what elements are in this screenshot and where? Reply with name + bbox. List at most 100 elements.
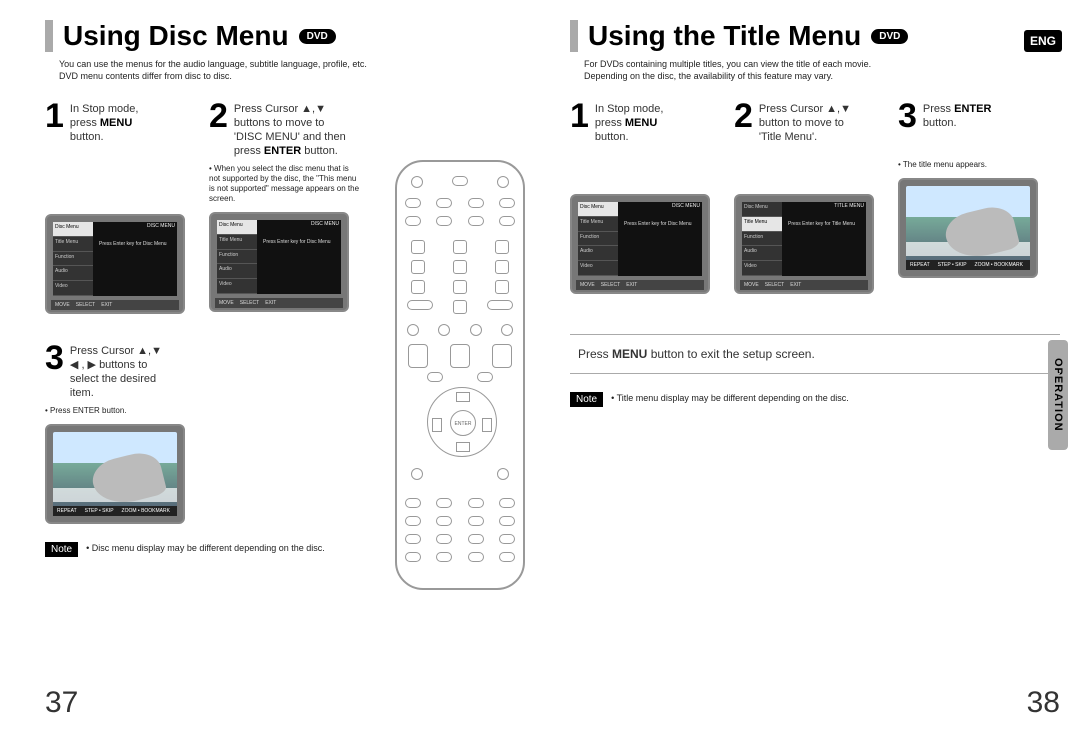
tv-screenshot-media: REPEAT STEP • SKIP ZOOM • BOOKMARK — [898, 178, 1038, 278]
remote-button — [495, 280, 509, 294]
step-line: button. — [923, 117, 957, 129]
step-3: 3 Press Cursor ▲,▼ ◀ , ▶ buttons to sele… — [45, 344, 197, 524]
step-keyword: ENTER — [954, 103, 991, 115]
step-3: 3 Press ENTER button. The title menu app… — [898, 102, 1050, 294]
step-text: Press Cursor ▲,▼ ◀ , ▶ buttons to select… — [70, 344, 162, 400]
remote-button — [477, 372, 493, 382]
step-line: press — [595, 117, 625, 129]
menu-header: DISC MENU — [311, 221, 339, 227]
remote-button — [468, 534, 484, 544]
menu-item: Audio — [219, 266, 232, 272]
intro-text: For DVDs containing multiple titles, you… — [584, 58, 1060, 82]
menu-item: Title Menu — [580, 219, 603, 225]
remote-rocker — [492, 344, 512, 368]
step-footnote: Press ENTER button. — [45, 406, 197, 416]
remote-button — [495, 240, 509, 254]
note-badge: Note — [570, 392, 603, 407]
step-line: select the desired — [70, 373, 156, 385]
arrow-left-icon — [432, 418, 442, 432]
legend-item: SELECT — [601, 280, 620, 290]
remote-rocker — [408, 344, 428, 368]
legend-item: MOVE — [219, 298, 234, 308]
menu-item: Video — [580, 263, 593, 269]
remote-button — [405, 198, 421, 208]
step-number: 3 — [45, 344, 64, 372]
menu-item: Audio — [744, 248, 757, 254]
legend-item: EXIT — [265, 298, 276, 308]
step-keyword: MENU — [100, 117, 132, 129]
step-keyword: ENTER — [264, 145, 301, 157]
remote-button — [405, 516, 421, 526]
legend-item: MOVE — [744, 280, 759, 290]
menu-item: Function — [219, 252, 238, 258]
title-bar: Using the Title Menu DVD — [570, 20, 1060, 52]
page-title: Using the Title Menu — [588, 20, 861, 52]
remote-rocker — [450, 344, 470, 368]
step-line: In Stop mode, — [70, 103, 139, 115]
step-line: Press Cursor ▲,▼ — [234, 103, 326, 115]
step-text: Press ENTER button. — [923, 102, 991, 130]
step-line: press — [70, 117, 100, 129]
menu-item: Title Menu — [219, 237, 242, 243]
note-badge: Note — [45, 542, 78, 557]
page-number: 37 — [45, 686, 78, 720]
menu-item: Title Menu — [55, 239, 78, 245]
step-number: 2 — [734, 102, 753, 130]
step-line: 'Title Menu'. — [759, 131, 817, 143]
menu-item: Video — [219, 281, 232, 287]
remote-button — [453, 300, 467, 314]
intro-text: You can use the menus for the audio lang… — [59, 58, 535, 82]
menu-item: Function — [55, 254, 74, 260]
step-number: 3 — [898, 102, 917, 130]
arrow-down-icon — [456, 442, 470, 452]
note-text: • Title menu display may be different de… — [611, 392, 1060, 404]
step-text: In Stop mode, press MENU button. — [595, 102, 664, 144]
remote-dpad: ENTER — [427, 387, 497, 457]
dvd-badge: DVD — [299, 29, 336, 44]
menu-item: Function — [580, 234, 599, 240]
note-content: Title menu display may be different depe… — [617, 393, 849, 403]
remote-button — [407, 300, 433, 310]
legend-item: MOVE — [580, 280, 595, 290]
remote-button — [501, 324, 513, 336]
step-1: 1 In Stop mode, press MENU button. Disc … — [570, 102, 722, 294]
remote-button — [497, 468, 509, 480]
step-line: press — [234, 145, 264, 157]
page-number: 38 — [1027, 686, 1060, 720]
remote-button — [468, 552, 484, 562]
step-2: 2 Press Cursor ▲,▼ button to move to 'Ti… — [734, 102, 886, 294]
enter-button: ENTER — [450, 410, 476, 436]
callout-text: Press — [578, 347, 612, 361]
legend-item: EXIT — [626, 280, 637, 290]
exit-callout: Press MENU button to exit the setup scre… — [570, 334, 1060, 374]
remote-button — [468, 516, 484, 526]
menu-item: Disc Menu — [744, 204, 768, 210]
menu-item: Audio — [55, 268, 68, 274]
menu-item: Audio — [580, 248, 593, 254]
remote-button — [453, 260, 467, 274]
remote-button — [436, 498, 452, 508]
remote-button — [411, 240, 425, 254]
remote-button — [497, 176, 509, 188]
menu-header: DISC MENU — [147, 223, 175, 229]
step-line: Press Cursor ▲,▼ — [70, 345, 162, 357]
tv-screenshot-media: REPEAT STEP • SKIP ZOOM • BOOKMARK — [45, 424, 185, 524]
arrow-right-icon — [482, 418, 492, 432]
tv-screenshot-menu: Disc Menu Title Menu Function Audio Vide… — [45, 214, 185, 314]
legend-item: EXIT — [101, 300, 112, 310]
remote-button — [487, 300, 513, 310]
remote-button — [499, 498, 515, 508]
bar-item: REPEAT — [57, 506, 77, 516]
step-number: 1 — [570, 102, 589, 130]
step-1: 1 In Stop mode, press MENU button. Disc … — [45, 102, 197, 314]
bar-item: ZOOM • BOOKMARK — [122, 506, 170, 516]
remote-button — [436, 198, 452, 208]
tv-screenshot-menu: Disc Menu Title Menu Function Audio Vide… — [209, 212, 349, 312]
remote-button — [468, 216, 484, 226]
title-bar: Using Disc Menu DVD — [45, 20, 535, 52]
step-footnote: The title menu appears. — [898, 160, 1050, 170]
remote-button — [411, 176, 423, 188]
menu-item: Disc Menu — [580, 204, 604, 210]
menu-header: DISC MENU — [672, 203, 700, 209]
arrow-up-icon — [456, 392, 470, 402]
